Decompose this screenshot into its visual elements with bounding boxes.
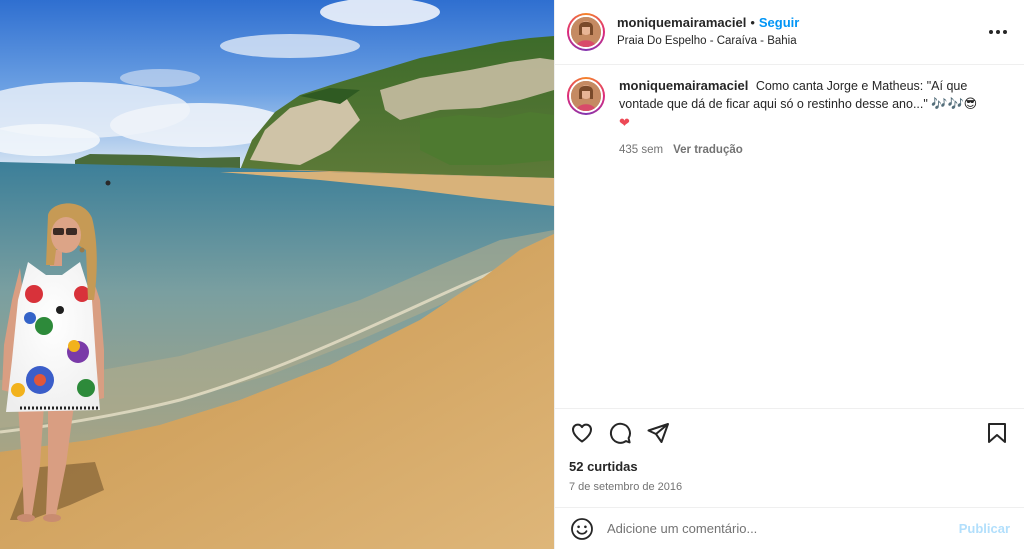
location-link[interactable]: Praia Do Espelho - Caraíva - Bahia xyxy=(617,32,986,50)
post-actions-section: 52 curtidas 7 de setembro de 2016 xyxy=(555,408,1024,496)
caption-age[interactable]: 435 sem xyxy=(619,144,663,156)
bookmark-icon[interactable] xyxy=(984,420,1010,446)
more-horizontal-icon[interactable] xyxy=(986,20,1010,44)
separator-dot: • xyxy=(750,15,755,30)
beach-photo xyxy=(0,0,554,549)
post-photo[interactable] xyxy=(0,0,554,549)
post-header: moniquemairamaciel • Seguir Praia Do Espel… xyxy=(555,0,1024,65)
caption-avatar[interactable] xyxy=(567,77,605,115)
caption-emojis: 🎶🎶😎 xyxy=(931,97,978,112)
instagram-post: moniquemairamaciel • Seguir Praia Do Espel… xyxy=(0,0,1024,549)
translate-link[interactable]: Ver tradução xyxy=(673,144,743,156)
follow-button[interactable]: Seguir xyxy=(759,15,799,30)
avatar-image xyxy=(571,81,601,111)
comment-icon[interactable] xyxy=(607,420,633,446)
comment-input[interactable] xyxy=(607,521,959,536)
add-comment-bar: Publicar xyxy=(555,507,1024,549)
avatar-image xyxy=(571,17,601,47)
caption-username[interactable]: moniquemairamaciel xyxy=(619,78,748,93)
likes-count[interactable]: 52 curtidas xyxy=(555,457,1024,477)
publish-button[interactable]: Publicar xyxy=(959,521,1010,536)
author-avatar[interactable] xyxy=(567,13,605,51)
caption-meta: 435 sem Ver tradução xyxy=(619,141,1010,159)
send-icon[interactable] xyxy=(645,420,671,446)
post-sidebar: moniquemairamaciel • Seguir Praia Do Espel… xyxy=(554,0,1024,549)
action-bar xyxy=(555,409,1024,457)
smiley-icon[interactable] xyxy=(569,516,595,542)
comments-section: moniquemairamaciel Como canta Jorge e Ma… xyxy=(555,65,1024,405)
red-heart-emoji: ❤ xyxy=(619,116,630,131)
heart-icon[interactable] xyxy=(569,420,595,446)
author-username[interactable]: moniquemairamaciel xyxy=(617,15,746,30)
caption-comment: moniquemairamaciel Como canta Jorge e Ma… xyxy=(567,77,1010,159)
post-date[interactable]: 7 de setembro de 2016 xyxy=(555,478,1024,496)
